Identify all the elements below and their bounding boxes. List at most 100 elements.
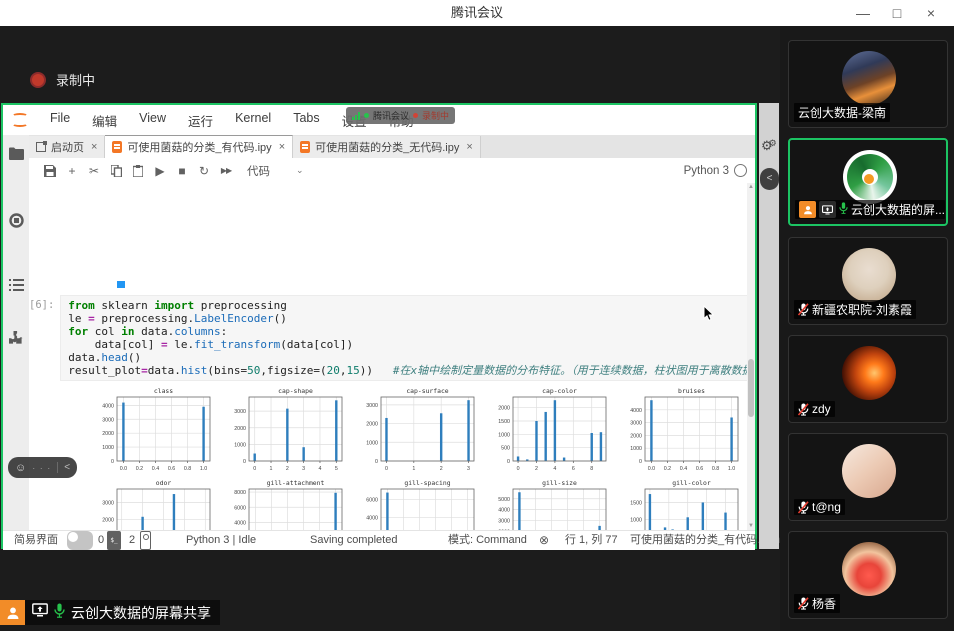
muted-mic-icon: [798, 303, 809, 316]
svg-text:0.8: 0.8: [184, 466, 191, 472]
histogram-gill-attachment: gill-attachment020004000600080000.00.20.…: [213, 477, 345, 530]
participant-tile-zdy[interactable]: zdy: [788, 335, 948, 423]
tab-label: 启动页: [51, 139, 84, 155]
menu-item-Kernel[interactable]: Kernel: [224, 111, 282, 130]
running-kernels-icon[interactable]: [3, 213, 29, 228]
muted-mic-icon: [798, 403, 809, 416]
save-button[interactable]: [39, 164, 61, 178]
collapsed-cell-marker[interactable]: [117, 281, 125, 288]
close-button[interactable]: ×: [914, 5, 948, 21]
notebook-scrollbar[interactable]: ▲ ▼: [747, 183, 755, 530]
svg-text:1000: 1000: [366, 440, 378, 446]
gear-icon[interactable]: ⚙⚙: [761, 138, 781, 154]
simple-interface-toggle[interactable]: [67, 531, 93, 550]
participant-tile-t@ng[interactable]: t@ng: [788, 433, 948, 521]
tab-启动页[interactable]: 启动页 ×: [29, 136, 105, 158]
meeting-float-statusbar[interactable]: 腾讯会议 录制中: [346, 107, 455, 124]
share-banner-text: 云创大数据的屏幕共享: [71, 603, 211, 623]
svg-text:2000: 2000: [234, 426, 246, 432]
notebook-icon: [112, 141, 122, 153]
tab-可使用菌菇的分类_有代码.ipy[interactable]: 可使用菌菇的分类_有代码.ipy×: [105, 135, 293, 158]
cut-cells-button[interactable]: ✂: [83, 164, 105, 178]
participant-name: 杨香: [812, 595, 836, 612]
code-editor[interactable]: from sklearn import preprocessingle = pr…: [60, 295, 755, 381]
participant-tile-云创大数据-梁南[interactable]: 云创大数据-梁南: [788, 40, 948, 128]
kernel-status-text[interactable]: Python 3 | Idle: [186, 531, 256, 550]
scrollbar-thumb[interactable]: [748, 359, 754, 417]
muted-mic-icon: [798, 501, 809, 514]
scroll-down-icon[interactable]: ▼: [747, 523, 755, 529]
svg-text:cap-color: cap-color: [542, 387, 577, 395]
file-browser-icon[interactable]: [3, 147, 29, 160]
svg-text:0: 0: [111, 459, 114, 465]
svg-text:1000: 1000: [630, 446, 642, 452]
participant-tile-云创大数据的屏...[interactable]: 云创大数据的屏...: [788, 138, 948, 226]
window-controls: — □ ×: [846, 0, 948, 26]
menu-item-View[interactable]: View: [128, 111, 177, 130]
menu-item-Tabs[interactable]: Tabs: [282, 111, 330, 130]
kernel-status-icon: [734, 164, 747, 177]
code-line: for col in data.columns:: [68, 325, 755, 338]
participant-tile-杨香[interactable]: 杨香: [788, 531, 948, 619]
table-of-contents-icon[interactable]: [3, 279, 29, 291]
jupyter-statusbar: 简易界面 0 $_ 2 Python 3 | Idle Saving compl…: [3, 530, 755, 550]
collapse-panel-button[interactable]: <: [760, 168, 779, 190]
signal-strength-icon: [352, 112, 360, 120]
scroll-up-icon[interactable]: ▲: [747, 184, 755, 190]
chevron-down-icon: ⌄: [296, 165, 304, 176]
menu-item-File[interactable]: File: [39, 111, 81, 130]
terminal-icon[interactable]: $_: [107, 531, 121, 550]
notification-icon[interactable]: ⊗: [539, 531, 549, 550]
run-all-button[interactable]: ▶▶: [215, 166, 237, 175]
kernel-sessions-icon[interactable]: [140, 531, 151, 550]
mic-on-icon: [839, 202, 848, 217]
paste-cells-button[interactable]: [127, 164, 149, 178]
tab-label: 可使用菌菇的分类_无代码.ipy: [315, 139, 459, 155]
minimize-button[interactable]: —: [846, 5, 880, 21]
launcher-icon: [36, 142, 46, 152]
recording-indicator: 录制中: [30, 70, 95, 89]
histogram-bruises: bruises010002000300040000.00.20.40.60.81…: [609, 385, 741, 477]
cursor-position[interactable]: 行 1, 列 77: [565, 531, 618, 550]
maximize-button[interactable]: □: [880, 5, 914, 21]
svg-text:0.4: 0.4: [680, 466, 687, 472]
interrupt-kernel-button[interactable]: ■: [171, 164, 193, 178]
svg-text:1000: 1000: [234, 442, 246, 448]
collapse-pill-icon[interactable]: <: [64, 462, 70, 473]
participant-name-badge: 杨香: [794, 594, 840, 613]
tab-close-icon[interactable]: ×: [91, 141, 97, 153]
svg-text:4000: 4000: [102, 403, 114, 409]
svg-text:1000: 1000: [102, 445, 114, 451]
emoji-quick-pill[interactable]: ☺ · · · <: [8, 457, 77, 478]
code-line: result_plot=data.hist(bins=50,figsize=(2…: [68, 364, 755, 377]
tab-close-icon[interactable]: ×: [279, 141, 285, 153]
tab-可使用菌菇的分类_无代码.ipy[interactable]: 可使用菌菇的分类_无代码.ipy ×: [293, 136, 481, 158]
histogram-cap-color: cap-color050010001500200002468: [477, 385, 609, 477]
copy-cells-button[interactable]: [105, 164, 127, 178]
menu-item-编辑[interactable]: 编辑: [81, 111, 128, 130]
code-line: from sklearn import preprocessing: [68, 299, 755, 312]
svg-text:class: class: [154, 387, 173, 395]
run-cell-button[interactable]: ▶: [149, 164, 171, 178]
kernel-name[interactable]: Python 3: [684, 165, 729, 177]
screen-share-icon: [32, 603, 48, 622]
code-cell[interactable]: [6]: from sklearn import preprocessingle…: [29, 295, 755, 381]
add-cell-button[interactable]: +: [61, 164, 83, 178]
extensions-icon[interactable]: [3, 331, 29, 345]
cell-type-dropdown[interactable]: 代码: [247, 163, 270, 179]
notebook-content: [6]: from sklearn import preprocessingle…: [29, 183, 755, 530]
svg-text:1: 1: [270, 466, 273, 472]
svg-text:0: 0: [507, 459, 510, 465]
mode-indicator[interactable]: 模式: Command: [448, 531, 527, 550]
svg-text:4000: 4000: [366, 515, 378, 521]
participants-sidebar: 云创大数据-梁南云创大数据的屏... 新疆农职院-刘素霞 zdy t@ng 杨香: [780, 26, 954, 631]
svg-text:3: 3: [302, 466, 305, 472]
restart-kernel-button[interactable]: ↻: [193, 164, 215, 178]
menu-item-运行[interactable]: 运行: [177, 111, 224, 130]
svg-text:0.8: 0.8: [712, 466, 719, 472]
svg-text:1.0: 1.0: [200, 466, 207, 472]
participant-tile-新疆农职院-刘素霞[interactable]: 新疆农职院-刘素霞: [788, 237, 948, 325]
simple-interface-label: 简易界面: [14, 531, 58, 550]
float-recording-label: 录制中: [422, 109, 449, 122]
tab-close-icon[interactable]: ×: [466, 141, 472, 153]
